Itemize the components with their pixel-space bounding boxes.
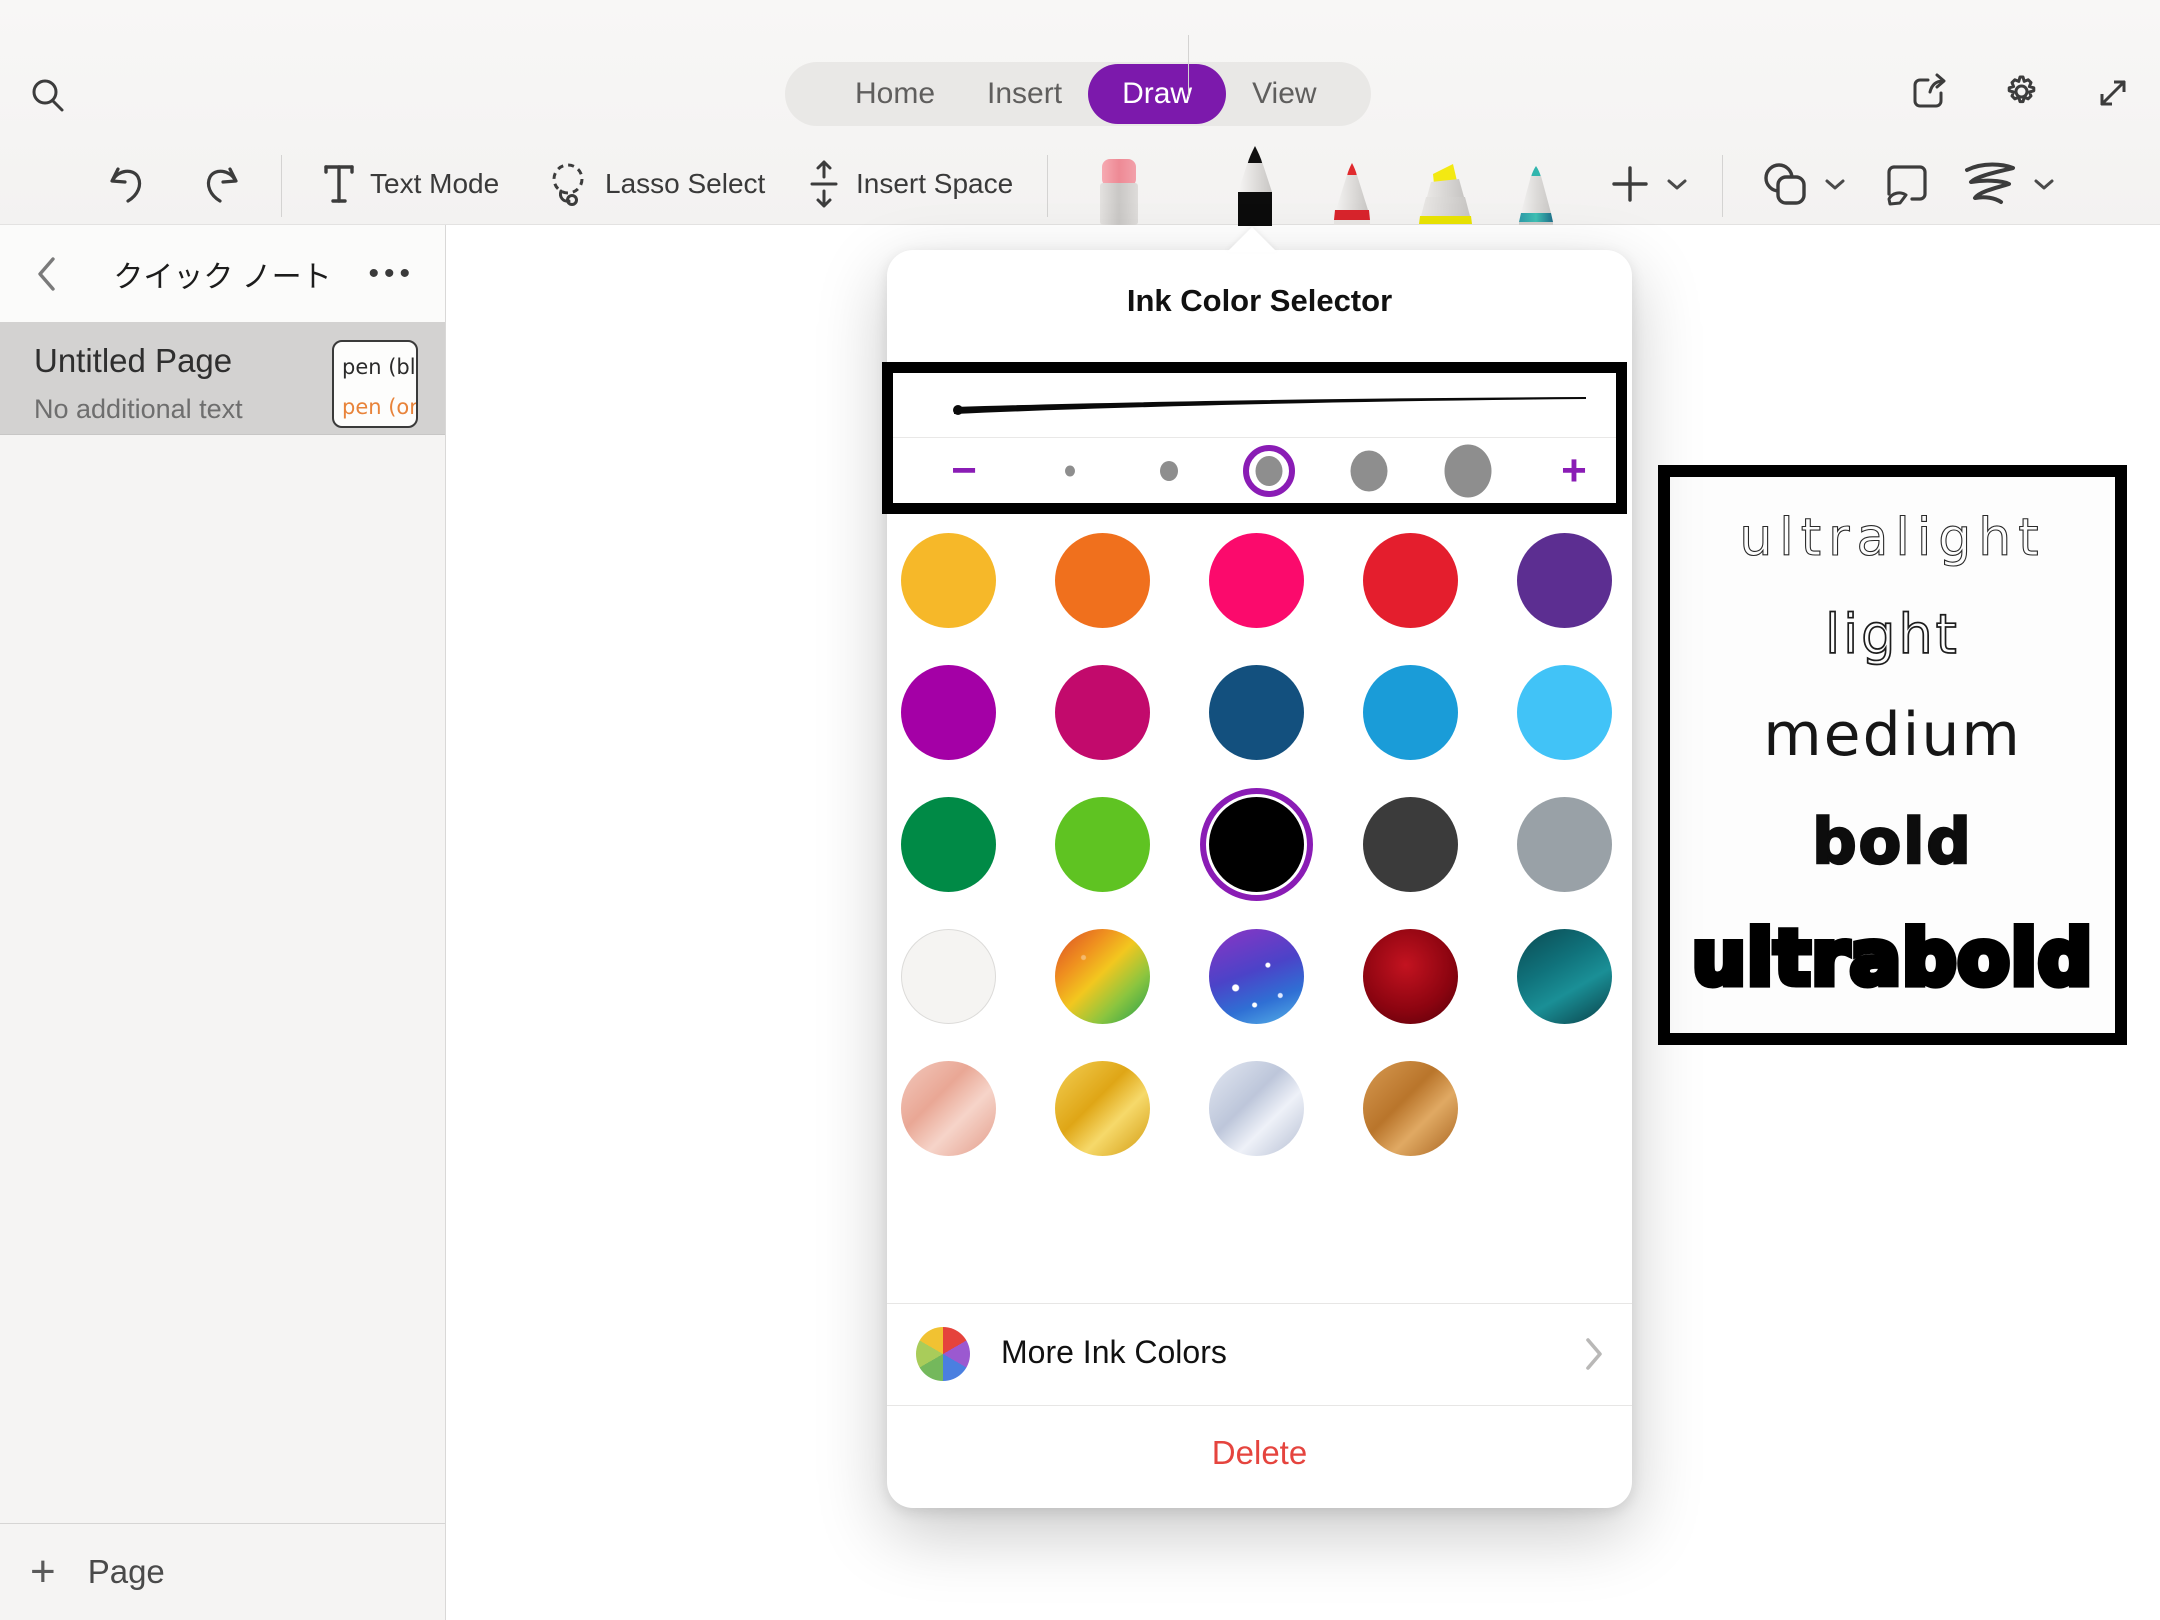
chevron-down-icon bbox=[1824, 177, 1846, 191]
lasso-icon bbox=[545, 159, 591, 209]
color-swatch-white[interactable] bbox=[901, 929, 996, 1024]
toolbar-separator bbox=[1722, 155, 1723, 217]
color-swatch-orange[interactable] bbox=[1055, 533, 1150, 628]
increase-size-button[interactable]: + bbox=[1561, 449, 1587, 493]
add-page-button[interactable]: + Page bbox=[0, 1523, 445, 1620]
text-mode-label: Text Mode bbox=[370, 168, 499, 200]
red-pen-tool[interactable] bbox=[1328, 163, 1376, 225]
weight-sample-light: light bbox=[1825, 603, 1960, 666]
undo-button[interactable] bbox=[102, 152, 148, 216]
lasso-select-label: Lasso Select bbox=[605, 168, 765, 200]
weight-sample-medium: medium bbox=[1763, 700, 2022, 770]
search-icon[interactable] bbox=[26, 74, 70, 118]
weight-sample-ultralight: ultralight bbox=[1739, 508, 2045, 568]
text-mode-icon bbox=[322, 162, 356, 206]
color-grid bbox=[901, 533, 1612, 1156]
thumbnail-ink-text: pen (bl bbox=[342, 348, 416, 388]
page-subtitle: No additional text bbox=[34, 394, 243, 425]
weight-sample-ultrabold: ultrabold bbox=[1692, 913, 2093, 1002]
settings-gear-icon[interactable] bbox=[1997, 70, 2043, 116]
color-swatch-galaxy[interactable] bbox=[1209, 929, 1304, 1024]
color-swatch-lime-green[interactable] bbox=[1055, 797, 1150, 892]
popup-caret bbox=[1227, 227, 1277, 252]
lasso-select-button[interactable]: Lasso Select bbox=[545, 152, 765, 216]
eraser-tool[interactable] bbox=[1096, 159, 1142, 225]
popup-title: Ink Color Selector bbox=[887, 283, 1632, 319]
color-wheel-icon bbox=[916, 1327, 970, 1381]
redo-button[interactable] bbox=[200, 152, 246, 216]
page-list-item[interactable]: Untitled Page No additional text pen (bl… bbox=[0, 322, 445, 435]
insert-space-icon bbox=[806, 159, 842, 209]
delete-pen-button[interactable]: Delete bbox=[887, 1406, 1632, 1472]
chevron-right-icon bbox=[1584, 1337, 1604, 1371]
color-swatch-raspberry[interactable] bbox=[1055, 665, 1150, 760]
add-pen-button[interactable] bbox=[1608, 152, 1688, 216]
pen-weight-sample-annotation-box: ultralight light medium bold ultrabold bbox=[1658, 465, 2127, 1045]
color-swatch-blue[interactable] bbox=[1363, 665, 1458, 760]
tab-insert[interactable]: Insert bbox=[961, 65, 1088, 123]
stroke-size-annotation-box: − + bbox=[882, 362, 1627, 514]
color-swatch-gold[interactable] bbox=[901, 533, 996, 628]
sidebar-header: クイック ノート ••• bbox=[0, 225, 445, 322]
toolbar-separator bbox=[281, 155, 282, 217]
size-dot-3[interactable] bbox=[1256, 456, 1283, 486]
top-toolbar: HomeInsertDrawView Text Mode Lasso Selec… bbox=[0, 0, 2160, 225]
add-page-label: Page bbox=[88, 1553, 165, 1591]
size-dot-5[interactable] bbox=[1445, 444, 1492, 497]
stroke-size-row: − + bbox=[893, 438, 1616, 503]
insert-space-button[interactable]: Insert Space bbox=[806, 152, 1013, 216]
tab-home[interactable]: Home bbox=[829, 65, 961, 123]
insert-space-label: Insert Space bbox=[856, 168, 1013, 200]
share-icon[interactable] bbox=[1906, 70, 1952, 116]
more-options-icon[interactable]: ••• bbox=[368, 257, 415, 291]
page-sidebar: クイック ノート ••• Untitled Page No additional… bbox=[0, 225, 446, 1620]
thumbnail-ink-text: pen (ora bbox=[342, 388, 416, 428]
color-swatch-gold-metallic[interactable] bbox=[1055, 1061, 1150, 1156]
page-title: Untitled Page bbox=[34, 342, 232, 380]
stroke-width-preview bbox=[950, 391, 1590, 421]
squiggle-icon bbox=[1963, 160, 2019, 208]
weight-sample-bold: bold bbox=[1812, 805, 1973, 878]
ink-effects-button[interactable] bbox=[1963, 152, 2055, 216]
color-swatch-red[interactable] bbox=[1363, 533, 1458, 628]
toolbar-separator bbox=[1188, 35, 1189, 97]
size-dot-2[interactable] bbox=[1160, 461, 1178, 481]
decrease-size-button[interactable]: − bbox=[951, 449, 977, 493]
ink-replay-button[interactable] bbox=[1882, 152, 1932, 216]
color-swatch-magenta[interactable] bbox=[901, 665, 996, 760]
pen-tray bbox=[1080, 0, 1600, 226]
color-swatch-sky-blue[interactable] bbox=[1517, 665, 1612, 760]
shapes-icon bbox=[1758, 159, 1810, 209]
size-dot-1[interactable] bbox=[1065, 465, 1075, 476]
color-swatch-garnet[interactable] bbox=[1363, 929, 1458, 1024]
page-thumbnail: pen (blpen (ora bbox=[332, 340, 418, 428]
color-swatch-black[interactable] bbox=[1209, 797, 1304, 892]
color-swatch-pink[interactable] bbox=[1209, 533, 1304, 628]
expand-icon[interactable] bbox=[2090, 70, 2136, 116]
color-swatch-bronze[interactable] bbox=[1363, 1061, 1458, 1156]
teal-pencil-tool[interactable] bbox=[1514, 166, 1558, 225]
color-swatch-silver[interactable] bbox=[1209, 1061, 1304, 1156]
more-ink-colors-label: More Ink Colors bbox=[1001, 1334, 1227, 1371]
plus-icon: + bbox=[30, 1547, 56, 1597]
delete-label: Delete bbox=[1212, 1434, 1307, 1472]
shapes-button[interactable] bbox=[1758, 152, 1846, 216]
text-mode-button[interactable]: Text Mode bbox=[322, 152, 499, 216]
more-ink-colors-button[interactable]: More Ink Colors bbox=[887, 1303, 1632, 1405]
yellow-highlighter-tool[interactable] bbox=[1417, 162, 1475, 225]
color-swatch-navy-blue[interactable] bbox=[1209, 665, 1304, 760]
black-pen-tool[interactable] bbox=[1232, 146, 1278, 226]
chevron-down-icon bbox=[2033, 177, 2055, 191]
color-swatch-dark-gray[interactable] bbox=[1363, 797, 1458, 892]
size-dot-4[interactable] bbox=[1351, 450, 1388, 491]
color-swatch-ocean[interactable] bbox=[1517, 929, 1612, 1024]
color-swatch-rainbow-glitter[interactable] bbox=[1055, 929, 1150, 1024]
toolbar-separator bbox=[1047, 155, 1048, 217]
color-swatch-rose-gold[interactable] bbox=[901, 1061, 996, 1156]
color-swatch-gray[interactable] bbox=[1517, 797, 1612, 892]
color-swatch-purple[interactable] bbox=[1517, 533, 1612, 628]
color-swatch-green[interactable] bbox=[901, 797, 996, 892]
chevron-down-icon bbox=[1666, 177, 1688, 191]
